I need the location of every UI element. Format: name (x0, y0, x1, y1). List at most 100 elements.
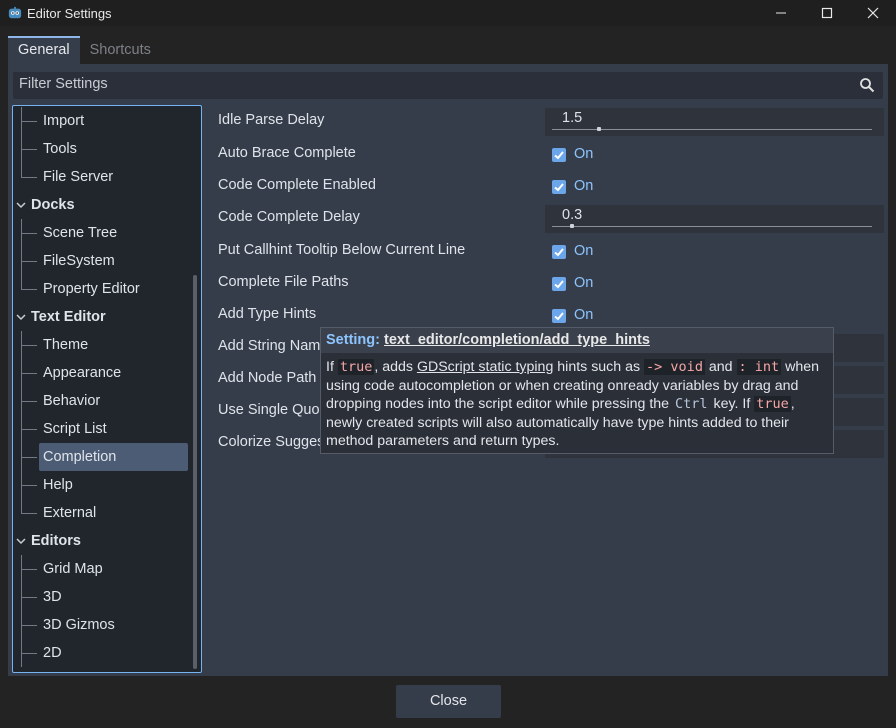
tree-item-property-editor[interactable]: Property Editor (13, 275, 193, 303)
tree-item-completion[interactable]: Completion (13, 443, 193, 471)
tree-item-behavior[interactable]: Behavior (13, 387, 193, 415)
tree-guide-line (21, 121, 37, 122)
godot-icon (8, 6, 22, 19)
tree-guide-line (21, 597, 37, 598)
tree-scrollbar[interactable] (193, 275, 197, 669)
tree-guide-line (21, 275, 22, 290)
tooltip-text: key. If (709, 396, 755, 412)
tree-item-appearance[interactable]: Appearance (13, 359, 193, 387)
tooltip-setting-label: Setting: (326, 332, 380, 348)
tree-item-docks[interactable]: Docks (13, 191, 193, 219)
slider-track[interactable] (552, 226, 872, 227)
tree-item-2d[interactable]: 2D (13, 639, 193, 667)
setting-checkbox[interactable]: On (545, 236, 884, 267)
tree-item-file-server[interactable]: File Server (13, 163, 193, 191)
checkbox-checked-icon[interactable] (552, 245, 566, 259)
filter-settings-input[interactable]: Filter Settings (13, 72, 883, 99)
tree-item-3d-gizmos[interactable]: 3D Gizmos (13, 611, 193, 639)
chevron-down-icon[interactable] (16, 536, 26, 546)
tree-item-help[interactable]: Help (13, 471, 193, 499)
setting-label: Add Type Hints (218, 306, 317, 322)
code-ctrl: Ctrl (675, 396, 708, 412)
tree-item-label: Behavior (43, 393, 101, 409)
checkbox-label: On (574, 243, 594, 259)
checkbox-label: On (574, 307, 594, 323)
tree-guide-line (21, 569, 37, 570)
setting-slider[interactable]: 1.5 (545, 106, 884, 137)
tree-item-label: Script List (43, 421, 107, 437)
tab-general[interactable]: General (8, 36, 80, 64)
setting-checkbox[interactable]: On (545, 139, 884, 170)
tree-guide-line (21, 457, 37, 458)
close-button[interactable]: Close (396, 685, 501, 718)
tree-guide-line (21, 625, 37, 626)
tree-guide-line (21, 485, 37, 486)
tooltip-header: Setting: text_editor/completion/add_type… (321, 328, 833, 353)
slider-value: 0.3 (562, 207, 583, 223)
minimize-icon (776, 12, 786, 14)
tree-guide-line (21, 149, 37, 150)
checkmark-icon (554, 312, 564, 321)
tooltip-text: , adds (374, 359, 417, 375)
minimize-button[interactable] (758, 0, 804, 26)
setting-tooltip: Setting: text_editor/completion/add_type… (320, 327, 834, 454)
code-void: -> void (644, 359, 705, 375)
tree-guide-line (21, 345, 37, 346)
tree-guide-line (21, 653, 37, 654)
checkbox-checked-icon[interactable] (552, 148, 566, 162)
setting-label: Colorize Sugges (218, 434, 325, 450)
setting-checkbox[interactable]: On (545, 268, 884, 299)
tree-guide-line (21, 261, 37, 262)
tree-item-tools[interactable]: Tools (13, 135, 193, 163)
setting-label: Add String Name (218, 338, 329, 354)
tree-item-label: External (43, 505, 97, 521)
checkmark-icon (554, 248, 564, 257)
tooltip-text: hints such as (553, 359, 645, 375)
tree-item-label: Scene Tree (43, 225, 118, 241)
checkbox-label: On (574, 178, 594, 194)
chevron-down-icon[interactable] (16, 312, 26, 322)
tree-item-scene-tree[interactable]: Scene Tree (13, 219, 193, 247)
tree-guide-line (21, 163, 22, 178)
settings-category-tree[interactable]: Import Tools File Server Docks Scene Tree Fil… (12, 105, 202, 673)
checkbox-label: On (574, 146, 594, 162)
setting-label: Idle Parse Delay (218, 112, 325, 128)
setting-label: Add Node Path (218, 370, 317, 386)
tree-item-grid-map[interactable]: Grid Map (13, 555, 193, 583)
tree-item-script-list[interactable]: Script List (13, 415, 193, 443)
close-window-button[interactable] (850, 0, 896, 26)
tree-item-text-editor[interactable]: Text Editor (13, 303, 193, 331)
tree-item-3d[interactable]: 3D (13, 583, 193, 611)
checkbox-checked-icon[interactable] (552, 309, 566, 323)
close-icon (867, 7, 879, 19)
setting-label: Complete File Paths (218, 274, 349, 290)
static-typing-link[interactable]: GDScript static typing (417, 359, 553, 375)
checkbox-checked-icon[interactable] (552, 277, 566, 291)
setting-row-put-callhint-tooltip-below-current-line: Put Callhint Tooltip Below Current Line O… (212, 236, 884, 267)
tab-shortcuts[interactable]: Shortcuts (80, 36, 161, 64)
checkmark-icon (554, 280, 564, 289)
slider-handle[interactable] (570, 224, 575, 228)
slider-handle[interactable] (597, 127, 602, 131)
checkbox-checked-icon[interactable] (552, 180, 566, 194)
tree-guide-line (21, 373, 37, 374)
maximize-button[interactable] (804, 0, 850, 26)
setting-slider[interactable]: 0.3 (545, 203, 884, 234)
tree-item-theme[interactable]: Theme (13, 331, 193, 359)
tooltip-setting-path: text_editor/completion/add_type_hints (384, 332, 650, 348)
tree-item-label: 2D (43, 645, 62, 661)
setting-checkbox[interactable]: On (545, 171, 884, 202)
tooltip-text: If (326, 359, 338, 375)
tree-guide-line (21, 177, 37, 178)
tree-item-external[interactable]: External (13, 499, 193, 527)
checkmark-icon (554, 183, 564, 192)
tree-item-label: Appearance (43, 365, 122, 381)
chevron-down-icon[interactable] (16, 200, 26, 210)
tree-item-label: Grid Map (43, 561, 103, 577)
tree-item-filesystem[interactable]: FileSystem (13, 247, 193, 275)
tree-item-editors[interactable]: Editors (13, 527, 193, 555)
tree-item-import[interactable]: Import (13, 107, 193, 135)
tree-item-label: Docks (31, 197, 75, 213)
tree-item-label: Property Editor (43, 281, 140, 297)
tree-guide-line (21, 499, 22, 514)
